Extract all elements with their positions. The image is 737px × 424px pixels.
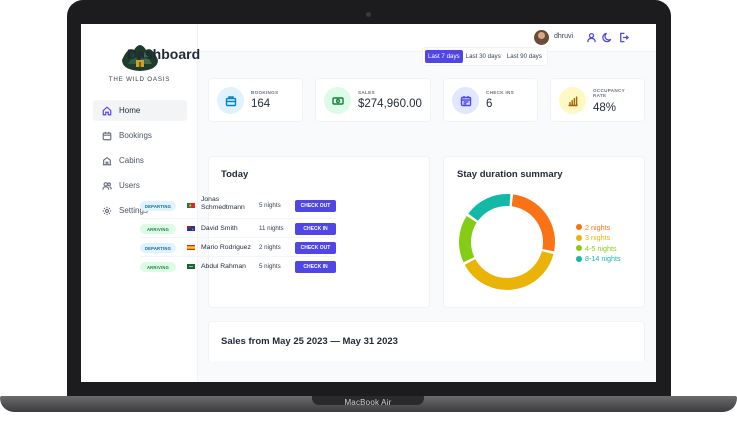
flag-saudi-arabia-icon [187, 264, 195, 269]
sidebar-item-label: Cabins [119, 156, 144, 165]
user-icon[interactable] [586, 32, 597, 43]
stat-label: SALES [358, 90, 375, 95]
status-badge: ARRIVING [140, 224, 176, 234]
stat-value: $274,960.00 [358, 98, 422, 110]
date-filter: Last 7 days Last 30 days Last 90 days [422, 47, 548, 66]
legend-item: 8-14 nights [576, 254, 621, 265]
banknote-icon [331, 96, 344, 105]
legend-label: 3 nights [585, 233, 611, 243]
stat-label: BOOKINGS [251, 90, 279, 95]
stat-label: OCCUPANCY RATE [593, 88, 625, 98]
legend-dot [576, 234, 582, 241]
status-badge: ARRIVING [140, 262, 176, 272]
guest-name-line: Jonas [201, 196, 220, 203]
username: dhruvi [554, 33, 574, 40]
legend-label: 8-14 nights [585, 254, 621, 264]
filter-last-90-days[interactable]: Last 90 days [504, 50, 545, 63]
stay-nights: 5 nights [259, 263, 281, 270]
device-label: MacBook Air [344, 398, 392, 407]
stay-nights: 2 nights [259, 244, 281, 251]
calendar-days-icon [460, 95, 471, 106]
guest-name: David Smith [201, 225, 238, 232]
status-badge: DEPARTING [140, 201, 176, 211]
brand-name: THE WILD OASIS [108, 76, 171, 83]
donut-slice-1 [464, 250, 554, 290]
home-icon [102, 105, 112, 115]
legend-label: 4-5 nights [585, 243, 617, 253]
donut-slice-0 [511, 194, 555, 252]
moon-icon[interactable] [602, 32, 613, 43]
filter-last-30-days[interactable]: Last 30 days [463, 50, 504, 63]
legend-dot [576, 245, 582, 252]
stay-duration-title: Stay duration summary [457, 169, 563, 180]
sidebar-item-cabins[interactable]: Cabins [93, 150, 187, 171]
guest-name: Abdul Rahman [201, 263, 246, 270]
logout-icon[interactable] [618, 32, 629, 43]
stat-label-line: RATE [593, 93, 607, 98]
donut-slice-3 [468, 194, 511, 221]
filter-last-7-days[interactable]: Last 7 days [425, 50, 463, 63]
webcam [366, 12, 371, 17]
sidebar-item-label: Bookings [119, 131, 152, 140]
flag-spain-icon [187, 245, 195, 250]
sidebar-item-label: Home [119, 106, 141, 115]
gear-icon [102, 206, 112, 215]
stat-bookings: BOOKINGS 164 [208, 78, 303, 122]
donut-legend: 2 nights 3 nights 4-5 nights 8-14 nights [576, 222, 621, 264]
legend-label: 2 nights [585, 222, 611, 232]
page-title: Dashboard [127, 46, 201, 62]
cabin-icon [102, 156, 112, 165]
guest-name-line: Schmedtmann [201, 204, 245, 211]
stat-check-ins: CHECK INS 6 [443, 78, 538, 122]
briefcase-icon [225, 95, 236, 106]
check-out-button[interactable]: CHECK OUT [295, 200, 336, 212]
legend-item: 4-5 nights [576, 243, 621, 254]
check-out-button[interactable]: CHECK OUT [295, 242, 336, 254]
stat-sales: SALES $274,960.00 [315, 78, 431, 122]
users-icon [102, 181, 112, 190]
today-title: Today [221, 169, 249, 180]
check-in-button[interactable]: CHECK IN [295, 223, 336, 235]
stat-icon-wrap [452, 87, 479, 114]
check-in-button[interactable]: CHECK IN [295, 261, 336, 273]
flag-australia-icon [187, 226, 195, 231]
bar-chart-icon [568, 96, 577, 106]
sidebar-item-label: Users [119, 181, 140, 190]
calendar-icon [102, 131, 112, 140]
table-row: DEPARTING Jonas Schmedtmann 5 nights CHE… [140, 196, 336, 216]
donut-slice-2 [459, 215, 477, 263]
sidebar-item-home[interactable]: Home [93, 100, 187, 121]
stat-icon-wrap [217, 87, 244, 114]
table-row: DEPARTING Mario Rodriguez 2 nights CHECK… [140, 237, 336, 257]
sales-title: Sales from May 25 2023 — May 31 2023 [221, 336, 398, 347]
table-row: ARRIVING David Smith 11 nights CHECK IN [140, 218, 336, 238]
guest-name: Jonas Schmedtmann [201, 196, 245, 212]
legend-dot [576, 224, 582, 231]
stat-value: 48% [593, 102, 617, 114]
stat-icon-wrap [559, 87, 586, 114]
sidebar-item-users[interactable]: Users [93, 175, 187, 196]
stay-duration-donut [459, 194, 555, 290]
avatar[interactable] [534, 30, 549, 45]
legend-item: 3 nights [576, 233, 621, 244]
flag-portugal-icon [187, 203, 195, 208]
status-badge: DEPARTING [140, 243, 176, 253]
stat-icon-wrap [324, 87, 351, 114]
stay-nights: 5 nights [259, 202, 281, 209]
legend-dot [576, 255, 582, 262]
stat-occupancy-rate: OCCUPANCY RATE 48% [550, 78, 645, 122]
stat-value: 164 [251, 98, 271, 110]
legend-item: 2 nights [576, 222, 621, 233]
stat-value: 6 [486, 98, 493, 110]
sidebar-item-bookings[interactable]: Bookings [93, 125, 187, 146]
stay-nights: 11 nights [259, 225, 284, 232]
stat-label: CHECK INS [486, 90, 514, 95]
guest-name: Mario Rodriguez [201, 244, 251, 251]
table-row: ARRIVING Abdul Rahman 5 nights CHECK IN [140, 256, 336, 276]
